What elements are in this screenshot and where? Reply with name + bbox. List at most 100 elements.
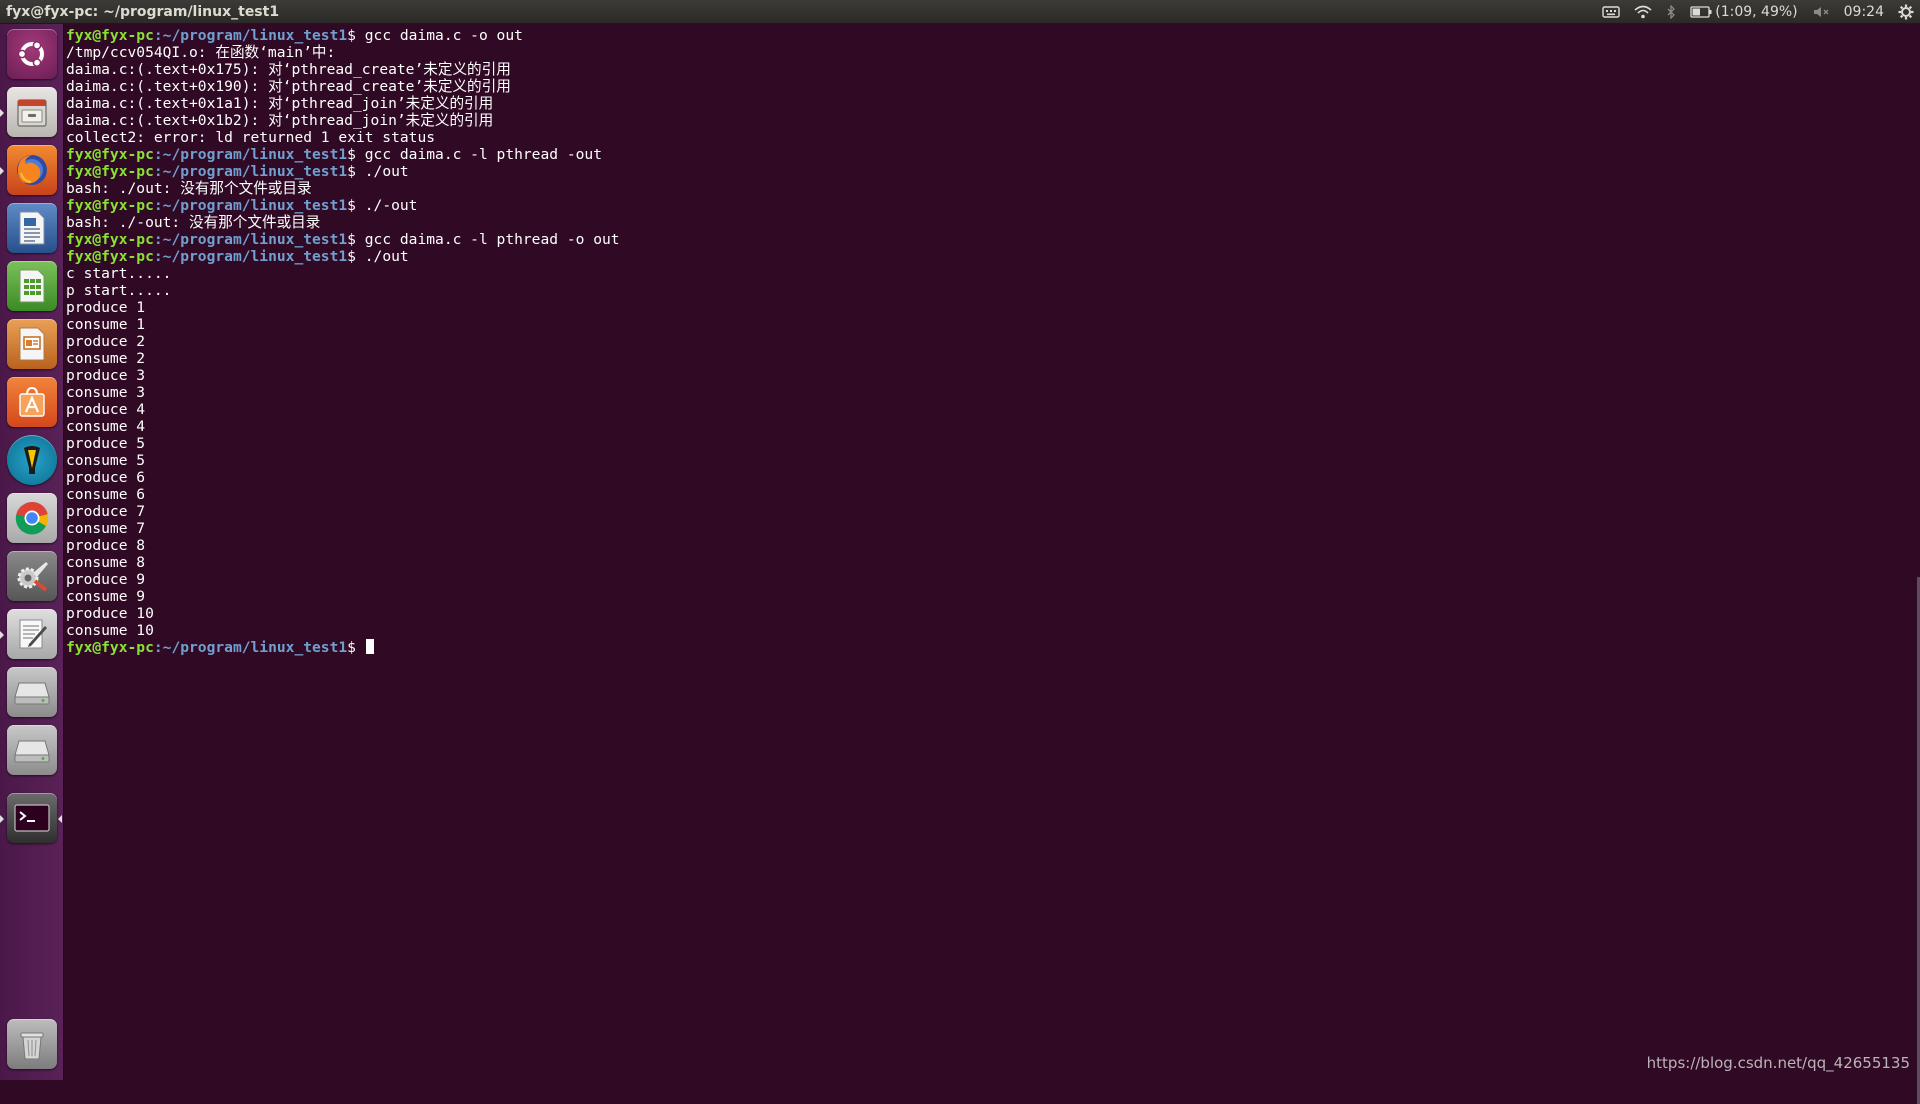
launcher-chrome[interactable] xyxy=(7,493,57,543)
terminal-output-line: consume 9 xyxy=(66,588,620,605)
output-text: produce 6 xyxy=(66,469,146,486)
launcher-files[interactable] xyxy=(7,87,57,137)
terminal-output-line: c start..... xyxy=(66,265,620,282)
launcher-terminal[interactable] xyxy=(7,793,57,843)
prompt-user: fyx@fyx-pc xyxy=(66,197,154,214)
prompt-symbol: $ xyxy=(347,231,365,248)
launcher-calc[interactable] xyxy=(7,261,57,311)
launcher-impress[interactable] xyxy=(7,319,57,369)
output-text: consume 4 xyxy=(66,418,146,435)
prompt-user: fyx@fyx-pc xyxy=(66,146,154,163)
indicator-area: (1:09, 49%) 09:24 xyxy=(1602,0,1914,24)
terminal-output-line: /tmp/ccv054QI.o: 在函数‘main’中: xyxy=(66,44,620,61)
output-text: produce 10 xyxy=(66,605,154,622)
terminal-command-line: fyx@fyx-pc:~/program/linux_test1$ gcc da… xyxy=(66,27,620,44)
launcher-writer[interactable] xyxy=(7,203,57,253)
output-text: /tmp/ccv054QI.o: 在函数‘main’中: xyxy=(66,44,336,61)
watermark: https://blog.csdn.net/qq_42655135 xyxy=(1646,1054,1910,1072)
terminal-output-line: consume 5 xyxy=(66,452,620,469)
terminal-output-line: daima.c:(.text+0x190): 对‘pthread_create’… xyxy=(66,78,620,95)
prompt-path: :~/program/linux_test1 xyxy=(153,197,348,214)
output-text: consume 7 xyxy=(66,520,146,537)
terminal-output-line: consume 7 xyxy=(66,520,620,537)
launcher-disk-2[interactable] xyxy=(7,725,57,775)
command-text: ./out xyxy=(364,163,409,180)
launcher-trash[interactable] xyxy=(7,1019,57,1069)
shopping-bag-icon xyxy=(19,386,45,417)
output-text: consume 2 xyxy=(66,350,146,367)
document-icon xyxy=(19,211,45,245)
terminal-output-line: bash: ./out: 没有那个文件或目录 xyxy=(66,180,620,197)
terminal-output-line: produce 8 xyxy=(66,537,620,554)
prompt-symbol: $ xyxy=(347,27,365,44)
terminal-window[interactable]: fyx@fyx-pc:~/program/linux_test1$ gcc da… xyxy=(64,24,1920,1104)
prompt-path: :~/program/linux_test1 xyxy=(153,146,348,163)
terminal-output-line: produce 10 xyxy=(66,605,620,622)
terminal-output-line: produce 9 xyxy=(66,571,620,588)
output-text: consume 1 xyxy=(66,316,146,333)
output-text: consume 5 xyxy=(66,452,146,469)
window-title: fyx@fyx-pc: ~/program/linux_test1 xyxy=(6,4,280,20)
terminal-output[interactable]: fyx@fyx-pc:~/program/linux_test1$ gcc da… xyxy=(66,27,620,656)
terminal-output-line: daima.c:(.text+0x1b2): 对‘pthread_join’未定… xyxy=(66,112,620,129)
launcher-firefox[interactable] xyxy=(7,145,57,195)
terminal-output-line: produce 2 xyxy=(66,333,620,350)
settings-tools-icon xyxy=(17,562,48,592)
output-text: daima.c:(.text+0x1a1): 对‘pthread_join’未定… xyxy=(66,95,494,112)
output-text: produce 5 xyxy=(66,435,146,452)
output-text: produce 7 xyxy=(66,503,146,520)
prompt-path: :~/program/linux_test1 xyxy=(153,639,348,656)
prompt-user: fyx@fyx-pc xyxy=(66,231,154,248)
output-text: consume 10 xyxy=(66,622,154,639)
launcher-text-editor[interactable] xyxy=(7,609,57,659)
bluetooth-icon[interactable] xyxy=(1666,5,1676,19)
trash-icon xyxy=(20,1032,44,1060)
launcher-app-teal[interactable] xyxy=(7,435,57,485)
wifi-icon[interactable] xyxy=(1634,5,1652,19)
output-text: produce 3 xyxy=(66,367,146,384)
disk-drive-icon xyxy=(14,682,50,705)
terminal-output-line: daima.c:(.text+0x175): 对‘pthread_create’… xyxy=(66,61,620,78)
output-text: daima.c:(.text+0x175): 对‘pthread_create’… xyxy=(66,61,511,78)
prompt-user: fyx@fyx-pc xyxy=(66,163,154,180)
terminal-output-line: consume 3 xyxy=(66,384,620,401)
terminal-command-line: fyx@fyx-pc:~/program/linux_test1$ ./-out xyxy=(66,197,620,214)
launcher-disk-1[interactable] xyxy=(7,667,57,717)
terminal-output-line: consume 1 xyxy=(66,316,620,333)
presentation-icon xyxy=(19,327,45,361)
terminal-output-line: daima.c:(.text+0x1a1): 对‘pthread_join’未定… xyxy=(66,95,620,112)
disk-drive-icon xyxy=(14,740,50,763)
output-text: daima.c:(.text+0x190): 对‘pthread_create’… xyxy=(66,78,511,95)
terminal-command-line: fyx@fyx-pc:~/program/linux_test1$ gcc da… xyxy=(66,146,620,163)
launcher-system-settings[interactable] xyxy=(7,551,57,601)
prompt-path: :~/program/linux_test1 xyxy=(153,248,348,265)
terminal-icon xyxy=(14,804,50,832)
launcher xyxy=(0,24,64,1080)
output-text: produce 4 xyxy=(66,401,146,418)
terminal-output-line: produce 4 xyxy=(66,401,620,418)
launcher-ubuntu-dash[interactable] xyxy=(7,29,57,79)
chrome-icon xyxy=(15,501,49,535)
prompt-user: fyx@fyx-pc xyxy=(66,27,154,44)
command-text: gcc daima.c -l pthread -out xyxy=(364,146,602,163)
prompt-path: :~/program/linux_test1 xyxy=(153,231,348,248)
terminal-output-line: produce 7 xyxy=(66,503,620,520)
output-text: collect2: error: ld returned 1 exit stat… xyxy=(66,129,436,146)
terminal-output-line: consume 4 xyxy=(66,418,620,435)
terminal-output-line: bash: ./-out: 没有那个文件或目录 xyxy=(66,214,620,231)
gear-icon[interactable] xyxy=(1898,4,1914,20)
launcher-software-center[interactable] xyxy=(7,377,57,427)
command-text: ./out xyxy=(364,248,409,265)
output-text: bash: ./out: 没有那个文件或目录 xyxy=(66,180,312,197)
terminal-command-line: fyx@fyx-pc:~/program/linux_test1$ ./out xyxy=(66,163,620,180)
prompt-symbol: $ xyxy=(347,146,365,163)
battery-indicator[interactable]: (1:09, 49%) xyxy=(1690,0,1798,24)
text-editor-icon xyxy=(19,619,47,649)
spreadsheet-icon xyxy=(19,269,45,303)
volume-muted-icon[interactable] xyxy=(1812,5,1830,19)
prompt-path: :~/program/linux_test1 xyxy=(153,27,348,44)
terminal-output-line: consume 8 xyxy=(66,554,620,571)
keyboard-icon[interactable] xyxy=(1602,5,1620,19)
clock[interactable]: 09:24 xyxy=(1844,0,1884,24)
top-panel: fyx@fyx-pc: ~/program/linux_test1 (1:09,… xyxy=(0,0,1920,24)
